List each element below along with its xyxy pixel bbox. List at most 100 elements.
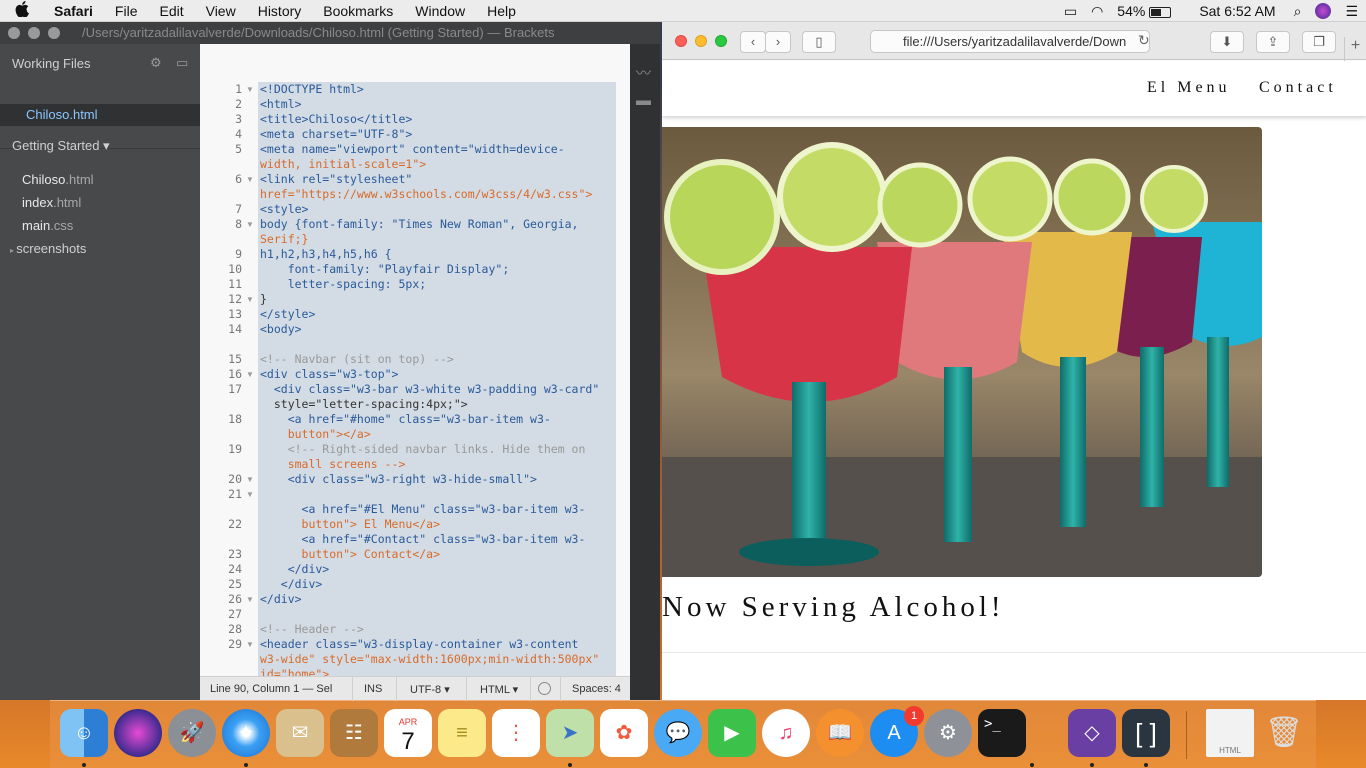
app-menu-safari[interactable]: Safari xyxy=(44,3,105,19)
airplay-icon[interactable]: ▭ xyxy=(1064,3,1077,20)
fold-toggle-icon[interactable]: ▼ xyxy=(246,292,254,307)
split-view-icon[interactable]: ▭ xyxy=(176,55,188,71)
divider xyxy=(352,677,353,701)
messages-icon[interactable]: 💬 xyxy=(654,709,702,757)
launchpad-icon[interactable]: 🚀 xyxy=(168,709,216,757)
finder-icon[interactable]: ☺ xyxy=(60,709,108,757)
fold-toggle-icon[interactable]: ▼ xyxy=(246,367,254,382)
menu-help[interactable]: Help xyxy=(477,3,528,19)
file-item-main[interactable]: main.css xyxy=(22,218,73,233)
notification-center-icon[interactable]: ☰ xyxy=(1345,3,1358,20)
fold-toggle-icon[interactable]: ▼ xyxy=(246,172,254,187)
file-sidebar: Working Files ⚙ ▭ Chiloso.html Getting S… xyxy=(0,44,200,700)
menu-edit[interactable]: Edit xyxy=(149,3,195,19)
insert-mode[interactable]: INS xyxy=(364,683,382,695)
running-indicator xyxy=(82,763,86,767)
apple-menu-icon[interactable] xyxy=(0,0,44,21)
extension-manager-icon[interactable]: ▬ xyxy=(636,92,651,109)
fold-toggle-icon[interactable]: ▼ xyxy=(246,82,254,97)
html-document-icon[interactable]: HTML xyxy=(1206,709,1254,757)
photos-icon[interactable]: ✿ xyxy=(600,709,648,757)
siri-icon[interactable] xyxy=(114,709,162,757)
battery-percent: 54% xyxy=(1117,3,1146,19)
itunes-icon[interactable]: ♫ xyxy=(762,709,810,757)
code-editor[interactable]: 1 ▼ 2 3 4 5 6 ▼ 7 8 ▼ 9 10 11 12 ▼ 13 14 15 16 ▼ 17 18 19 20 ▼ 21 ▼… xyxy=(200,44,630,676)
facetime-icon[interactable]: ▶ xyxy=(708,709,756,757)
brackets-icon[interactable]: [ ] xyxy=(1122,709,1170,757)
fold-toggle-icon[interactable]: ▼ xyxy=(246,637,254,652)
menu-view[interactable]: View xyxy=(196,3,248,19)
code-line: width, initial-scale=1"> xyxy=(260,157,427,171)
address-bar[interactable]: file:///Users/yaritzadalilavalverde/Down xyxy=(870,30,1150,53)
share-button[interactable]: ⇪ xyxy=(1256,31,1290,53)
web-page: El Menu Contact Now Serving Alcohol! xyxy=(662,61,1366,700)
language-select[interactable]: HTML ▾ xyxy=(480,683,518,696)
nav-link-contact[interactable]: Contact xyxy=(1259,79,1337,97)
new-tab-button[interactable]: + xyxy=(1344,37,1366,61)
system-preferences-icon[interactable]: ⚙ xyxy=(924,709,972,757)
zoom-button[interactable] xyxy=(48,27,60,39)
close-button[interactable] xyxy=(675,35,687,47)
terminal-icon[interactable]: >_ xyxy=(978,709,1026,757)
encoding-select[interactable]: UTF-8 ▾ xyxy=(410,683,450,696)
reminders-icon[interactable]: ⋮ xyxy=(492,709,540,757)
nav-link-el-menu[interactable]: El Menu xyxy=(1147,79,1231,97)
working-file-item[interactable]: Chiloso.html xyxy=(0,104,200,126)
file-item-chiloso[interactable]: Chiloso.html xyxy=(22,172,94,187)
status-bar: Line 90, Column 1 — Sel INS UTF-8 ▾ HTML… xyxy=(200,676,630,701)
safari-icon[interactable]: ✦ xyxy=(222,709,270,757)
close-button[interactable] xyxy=(8,27,20,39)
live-preview-icon[interactable]: 〰 xyxy=(636,62,651,83)
minimize-button[interactable] xyxy=(28,27,40,39)
visual-studio-icon[interactable]: ◇ xyxy=(1068,709,1116,757)
gear-icon[interactable]: ⚙ xyxy=(150,55,162,71)
clock[interactable]: Sat 6:52 AM xyxy=(1199,3,1275,19)
downloads-button[interactable]: ⬇ xyxy=(1210,31,1244,53)
notes-icon[interactable]: ≡ xyxy=(438,709,486,757)
ibooks-icon[interactable]: 📖 xyxy=(816,709,864,757)
tabs-overview-button[interactable]: ❐ xyxy=(1302,31,1336,53)
spotlight-search-icon[interactable]: ⌕ xyxy=(1294,3,1302,20)
download-icon: ⬇ xyxy=(1221,34,1233,49)
reload-icon[interactable]: ↻ xyxy=(1138,32,1150,49)
code-line: button"> El Menu</a> xyxy=(260,517,441,531)
project-dropdown[interactable]: Getting Started ▾ xyxy=(12,138,110,154)
menu-history[interactable]: History xyxy=(248,3,314,19)
code-line: <style> xyxy=(260,202,309,216)
contacts-icon[interactable]: ☷ xyxy=(330,709,378,757)
menu-bar: Safari File Edit View History Bookmarks … xyxy=(0,0,1366,22)
divider xyxy=(530,677,531,701)
lime-slice xyxy=(664,159,780,275)
menu-file[interactable]: File xyxy=(105,3,150,19)
back-button[interactable]: ‹ xyxy=(740,31,766,53)
fold-toggle-icon[interactable]: ▼ xyxy=(246,592,254,607)
forward-button[interactable]: › xyxy=(765,31,791,53)
file-ext: .html xyxy=(65,172,94,187)
fold-toggle-icon[interactable]: ▼ xyxy=(246,217,254,232)
indent-spaces[interactable]: Spaces: 4 xyxy=(572,683,621,695)
battery-icon[interactable] xyxy=(1149,3,1172,19)
line-number: 6 xyxy=(235,172,242,186)
sidebar-button[interactable]: ▯ xyxy=(802,31,836,53)
linter-status-icon[interactable] xyxy=(538,682,551,695)
fold-toggle-icon[interactable]: ▼ xyxy=(246,472,254,487)
trash-icon[interactable]: 🗑 xyxy=(1260,709,1308,757)
code-line: button"></a> xyxy=(260,427,371,441)
mail-icon[interactable]: ✉ xyxy=(276,709,324,757)
notification-badge: 1 xyxy=(904,706,924,726)
hero-image-margaritas xyxy=(662,127,1262,577)
minimize-button[interactable] xyxy=(695,35,707,47)
menu-window[interactable]: Window xyxy=(405,3,477,19)
wifi-icon[interactable]: ◠ xyxy=(1091,3,1103,20)
menu-bookmarks[interactable]: Bookmarks xyxy=(313,3,405,19)
line-number: 10 xyxy=(228,262,242,276)
folder-screenshots[interactable]: ▸ screenshots xyxy=(10,241,86,256)
maps-icon[interactable]: ➤ xyxy=(546,709,594,757)
fold-toggle-icon[interactable]: ▼ xyxy=(246,487,254,502)
zoom-button[interactable] xyxy=(715,35,727,47)
file-item-index[interactable]: index.html xyxy=(22,195,81,210)
siri-menu-icon[interactable] xyxy=(1315,3,1332,19)
cursor-position: Line 90, Column 1 — Sel xyxy=(210,683,333,695)
calendar-icon[interactable]: APR 7 xyxy=(384,709,432,757)
running-indicator xyxy=(1030,763,1034,767)
